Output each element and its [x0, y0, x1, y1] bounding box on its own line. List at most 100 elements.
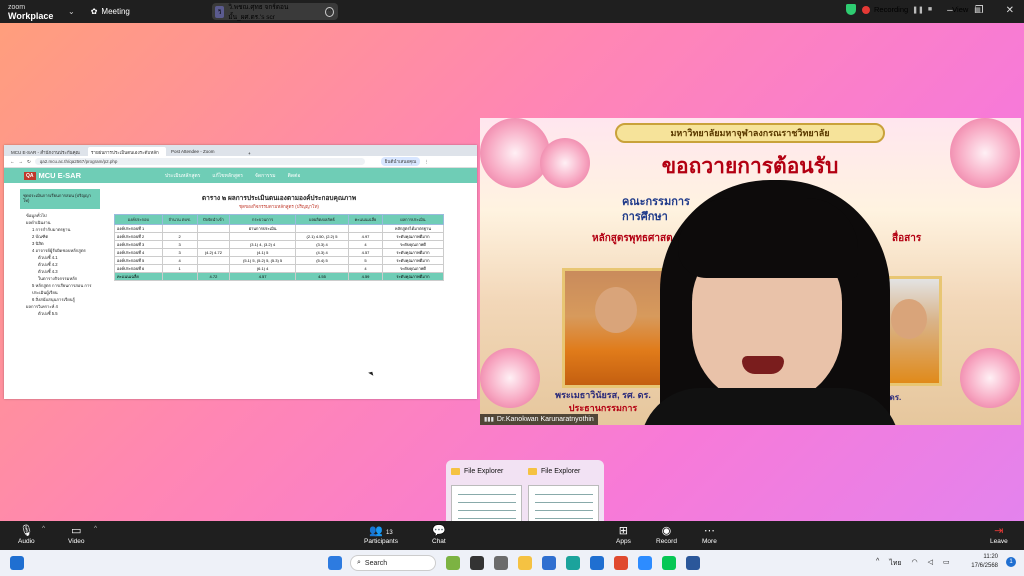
pause-icon[interactable]: ❚❚	[912, 6, 924, 14]
language-indicator[interactable]: ไทย	[889, 558, 901, 569]
store-icon[interactable]	[542, 556, 556, 570]
browser-tab-active[interactable]: รายผ่นการประเมินตนเองระดับหลัก	[88, 147, 166, 156]
edge-icon[interactable]	[566, 556, 580, 570]
sidebar-item[interactable]: 5 หลักสูตร การเรียนการสอน การประเมินผู้เ…	[26, 282, 100, 296]
table-row: องค์ประกอบที่ 5 4 (5.1) 5, (5.2) 5, (5.3) …	[114, 256, 445, 265]
site-nav-item[interactable]: ประเมินหลักสูตร	[165, 172, 200, 180]
menu-icon[interactable]: ⋮	[424, 159, 429, 165]
site-nav-item[interactable]: จัดการรม	[255, 172, 276, 180]
sidebar-heading: ชุดประเมินการเรียนการสอน (ปริญญาโท)	[20, 189, 100, 209]
record-button[interactable]: ◉ Record	[656, 524, 677, 545]
assessment-table: องค์ประกอบ จำนวน ตบช. ปัจจัยนำเข้า กระบวนกา…	[114, 214, 445, 281]
participants-button[interactable]: 👥 13 Participants	[364, 524, 398, 545]
thumb-line	[535, 518, 593, 519]
participants-count: 13	[386, 530, 393, 536]
new-tab-icon[interactable]: +	[248, 151, 251, 156]
chevron-up-icon[interactable]: ^	[876, 558, 879, 569]
table-subtitle: ชุดของกิจกรรมตามหลักสูตร (ปริญญาโท)	[239, 204, 319, 209]
participants-icon: 👥 13	[369, 525, 393, 537]
windows-start-icon[interactable]	[328, 556, 342, 570]
profile-button[interactable]: ยินดีนำเสนอคุณ	[380, 157, 421, 166]
back-icon[interactable]: ←	[10, 159, 15, 164]
shared-browser-window: MCU E-SAR - สำนักงานประกันคุณ รายผ่นการป…	[4, 145, 477, 399]
sidebar-item[interactable]: 1 การกำกับมาตรฐาน	[26, 226, 100, 233]
taskbar-search[interactable]: ⌕ Search	[350, 555, 436, 571]
table-cell: ระดับคุณภาพดีมาก	[381, 232, 445, 241]
url-field[interactable]: qa2.mcu.ac.th/qa2567/program/p2.php	[34, 158, 365, 165]
sidebar-item[interactable]: ข้อมูลทั่วไป	[26, 212, 100, 219]
notification-badge[interactable]: 1	[1006, 557, 1016, 567]
sidebar-item[interactable]: ตัวบ่งชี้ 4.3	[26, 268, 100, 275]
sidebar-item[interactable]: ตัวบ่งชี้ 4.2	[26, 261, 100, 268]
site-sidebar: ชุดประเมินการเรียนการสอน (ปริญญาโท) ข้อม…	[20, 189, 100, 317]
video-button[interactable]: ▭ Video	[68, 524, 85, 545]
apps-button[interactable]: ⊞ Apps	[616, 524, 631, 545]
site-nav-item[interactable]: ติดต่อ	[288, 172, 301, 180]
widgets-icon[interactable]	[10, 556, 24, 570]
zoom-icon[interactable]	[638, 556, 652, 570]
table-header-cell: กระบวนการ	[229, 214, 296, 225]
more-button[interactable]: ⋯ More	[702, 524, 717, 545]
browser-tab[interactable]: MCU E-SAR - สำนักงานประกันคุณ	[8, 147, 86, 156]
table-cell	[196, 256, 231, 265]
line-icon[interactable]	[662, 556, 676, 570]
browser-tab[interactable]: Post Attendee - Zoom	[168, 147, 246, 156]
leave-button[interactable]: ⇥ Leave	[990, 524, 1008, 545]
table-cell: หลักสูตรได้มาตรฐาน	[381, 224, 445, 233]
monk-head	[595, 287, 637, 333]
task-view-icon[interactable]	[470, 556, 484, 570]
clock-time: 11:20	[983, 554, 998, 560]
forward-icon[interactable]: →	[19, 159, 24, 164]
clock[interactable]: 11:20 17/6/2568	[971, 553, 998, 571]
sidebar-item[interactable]: ในตารางกิจกรรมหลัก	[26, 275, 100, 282]
video-label: Video	[68, 538, 85, 545]
audio-caret-icon[interactable]: ^	[42, 525, 45, 532]
audio-button[interactable]: 🎙 Audio	[18, 524, 35, 545]
wifi-icon[interactable]: ◠	[912, 558, 918, 569]
word-icon[interactable]	[686, 556, 700, 570]
chrome-icon[interactable]	[614, 556, 628, 570]
app-icon[interactable]	[494, 556, 508, 570]
leave-label: Leave	[990, 538, 1008, 545]
app-icon[interactable]	[446, 556, 460, 570]
sidebar-item[interactable]: 4 อาจารย์ผู้รับผิดชอบหลักสูตร	[26, 247, 100, 254]
site-nav: ประเมินหลักสูตร แก้ไขหลักสูตร จัดการรม ต…	[165, 172, 300, 180]
sidebar-item[interactable]: ตัวบ่งชี้ 4.1	[26, 254, 100, 261]
participant-video[interactable]: มหาวิทยาลัยมหาจุฬาลงกรณราชวิทยาลัย ขอถวา…	[480, 118, 1021, 425]
minimize-icon[interactable]: –	[947, 5, 953, 16]
close-icon[interactable]: ✕	[1006, 5, 1014, 16]
table-row: องค์ประกอบที่ 1 ผ่านการประเมิน หลักสูตรได้…	[114, 224, 445, 233]
recording-indicator[interactable]: Recording ❚❚ ■	[862, 5, 932, 14]
more-icon: ⋯	[703, 525, 715, 537]
stop-icon[interactable]: ■	[928, 6, 932, 13]
summary-cell: 4.57	[229, 272, 296, 281]
sidebar-item[interactable]: ผลดำเนินงาน	[26, 219, 100, 226]
battery-icon[interactable]: ▭	[943, 558, 950, 569]
sidebar-item[interactable]: 2 บัณฑิต	[26, 233, 100, 240]
flower-decoration	[480, 118, 550, 188]
sidebar-item[interactable]: ตัวบ่งชี้ 5.5	[26, 310, 100, 317]
thumb-line	[458, 494, 516, 495]
reload-icon[interactable]: ↻	[27, 159, 31, 165]
volume-icon[interactable]: ◁	[928, 558, 933, 569]
maximize-icon[interactable]: ❐	[975, 5, 984, 16]
video-caret-icon[interactable]: ^	[94, 525, 97, 532]
sidebar-item[interactable]: ผลการวิเคราะห์ 4	[26, 303, 100, 310]
site-nav-item[interactable]: แก้ไขหลักสูตร	[212, 172, 243, 180]
table-cell: 1	[161, 264, 198, 273]
app-icon[interactable]	[590, 556, 604, 570]
site-logo[interactable]: QA MCU E-SAR	[24, 171, 81, 180]
chat-button[interactable]: 💬 Chat	[432, 524, 446, 545]
table-cell: 4	[348, 240, 383, 249]
more-options-icon[interactable]: ⋯	[325, 6, 334, 17]
sidebar-item[interactable]: 3 นิสิต	[26, 240, 100, 247]
file-explorer-icon[interactable]	[518, 556, 532, 570]
recording-label: Recording	[874, 5, 909, 14]
apps-icon: ⊞	[618, 525, 629, 537]
screen-share-pill[interactable]: วิ วิ.พชณ.ศุทธ จกร์ดอนมั้น_ผศ.ดร.'s scr …	[212, 3, 338, 21]
chevron-down-icon[interactable]: ⌄	[68, 7, 75, 16]
sidebar-item[interactable]: 6 สิ่งสนับสนุนการเรียนรู้	[26, 296, 100, 303]
shield-icon[interactable]	[846, 4, 856, 15]
monk-head	[891, 299, 927, 339]
meeting-menu[interactable]: ✿ Meeting	[91, 7, 130, 16]
